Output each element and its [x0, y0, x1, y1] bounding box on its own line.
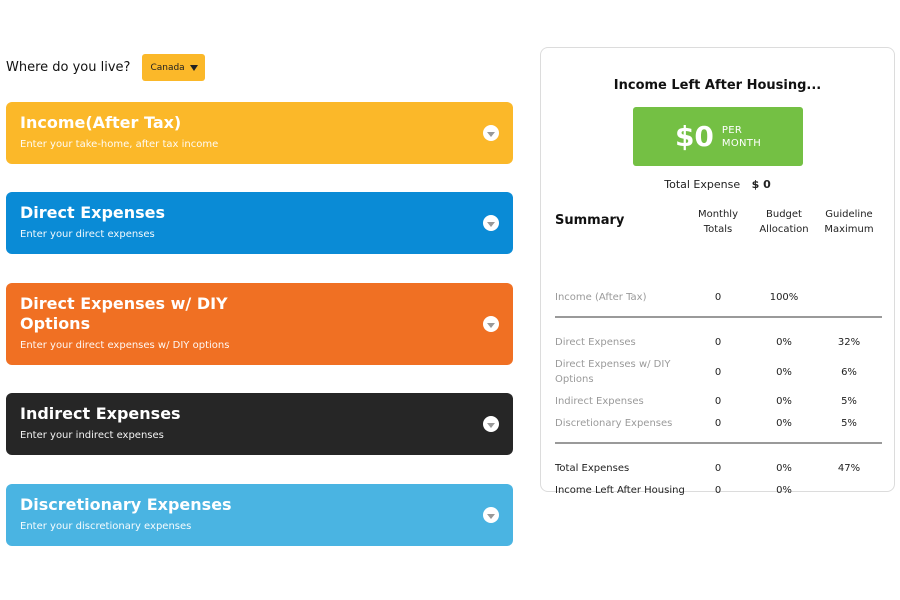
- cell-monthly: 0: [714, 396, 722, 407]
- col-head-guideline: Guideline Maximum: [814, 207, 884, 237]
- location-question: Where do you live?: [6, 60, 131, 75]
- col-head-allocation: Budget Allocation: [749, 207, 819, 237]
- total-expense-label: Total Expense: [664, 178, 741, 191]
- section-subtitle: Enter your discretionary expenses: [20, 521, 192, 532]
- section-income[interactable]: Income(After Tax) Enter your take-home, …: [6, 102, 513, 164]
- row-label: Total Expenses: [555, 463, 630, 474]
- total-expense-value: $ 0: [751, 178, 771, 191]
- col-head-line: Budget: [766, 209, 802, 220]
- result-unit-line2: MONTH: [721, 137, 762, 149]
- section-subtitle: Enter your direct expenses: [20, 229, 155, 240]
- cell-monthly: 0: [714, 418, 722, 429]
- chevron-down-icon[interactable]: [483, 507, 499, 523]
- caret-down-icon: [190, 64, 199, 71]
- section-direct-expenses[interactable]: Direct Expenses Enter your direct expens…: [6, 192, 513, 254]
- chevron-down-icon[interactable]: [483, 215, 499, 231]
- cell-monthly: 0: [714, 463, 722, 474]
- cell-allocation: 0%: [776, 418, 792, 429]
- table-divider: [555, 316, 882, 318]
- result-unit: PER MONTH: [722, 124, 761, 150]
- cell-allocation: 0%: [776, 337, 792, 348]
- section-title: Indirect Expenses: [20, 404, 181, 423]
- section-title: Direct Expenses: [20, 203, 166, 222]
- section-direct-expenses-diy[interactable]: Direct Expenses w/ DIY Options Enter you…: [6, 283, 513, 365]
- chevron-down-icon[interactable]: [483, 316, 499, 332]
- cell-allocation: 0%: [776, 367, 792, 378]
- row-label: Discretionary Expenses: [555, 418, 673, 429]
- cell-guideline: 6%: [841, 367, 857, 378]
- col-head-line: Guideline: [825, 209, 873, 220]
- country-select-value: Canada: [150, 62, 185, 73]
- col-head-line: Totals: [703, 224, 733, 235]
- location-row: Where do you live? Canada: [6, 54, 206, 81]
- chevron-down-icon[interactable]: [483, 416, 499, 432]
- col-head-line: Maximum: [824, 224, 874, 235]
- section-title: Income(After Tax): [20, 113, 182, 132]
- col-head-line: Monthly: [697, 209, 739, 220]
- section-discretionary-expenses[interactable]: Discretionary Expenses Enter your discre…: [6, 484, 513, 546]
- total-expense-row: Total Expense $ 0: [541, 178, 894, 191]
- result-amount: $0: [674, 120, 714, 153]
- cell-allocation: 0%: [776, 396, 792, 407]
- cell-monthly: 0: [714, 367, 722, 378]
- summary-table: Summary Monthly Totals Budget Allocation…: [555, 207, 882, 496]
- row-label: Indirect Expenses: [555, 396, 644, 407]
- cell-allocation: 0%: [776, 485, 792, 496]
- cell-monthly: 0: [714, 337, 722, 348]
- result-unit-line1: PER: [721, 124, 743, 136]
- cell-guideline: 47%: [837, 463, 861, 474]
- cell-monthly: 0: [714, 292, 722, 303]
- summary-title: Summary: [555, 213, 625, 228]
- col-head-line: Allocation: [759, 224, 809, 235]
- section-title: Discretionary Expenses: [20, 495, 232, 514]
- cell-allocation: 0%: [776, 463, 792, 474]
- section-subtitle: Enter your direct expenses w/ DIY option…: [20, 340, 230, 351]
- row-label: Direct Expenses w/ DIY Options: [555, 359, 671, 385]
- cell-allocation: 100%: [769, 292, 799, 303]
- chevron-down-icon[interactable]: [483, 125, 499, 141]
- section-title: Direct Expenses w/ DIY Options: [20, 294, 228, 333]
- row-label: Income Left After Housing: [555, 485, 685, 496]
- section-indirect-expenses[interactable]: Indirect Expenses Enter your indirect ex…: [6, 393, 513, 455]
- table-divider: [555, 442, 882, 444]
- row-label: Direct Expenses: [555, 337, 636, 348]
- summary-header: Summary Monthly Totals Budget Allocation…: [555, 207, 882, 243]
- summary-panel: Income Left After Housing... $0 PER MONT…: [540, 47, 895, 496]
- country-select[interactable]: Canada: [142, 54, 206, 81]
- row-label: Income (After Tax): [555, 292, 647, 303]
- cell-guideline: 5%: [841, 396, 857, 407]
- result-box: $0 PER MONTH: [633, 107, 803, 166]
- cell-guideline: 5%: [841, 418, 857, 429]
- section-subtitle: Enter your take-home, after tax income: [20, 139, 219, 150]
- section-subtitle: Enter your indirect expenses: [20, 430, 164, 441]
- cell-guideline: 32%: [837, 337, 861, 348]
- cell-monthly: 0: [714, 485, 722, 496]
- col-head-monthly: Monthly Totals: [683, 207, 753, 237]
- result-heading: Income Left After Housing...: [613, 78, 822, 93]
